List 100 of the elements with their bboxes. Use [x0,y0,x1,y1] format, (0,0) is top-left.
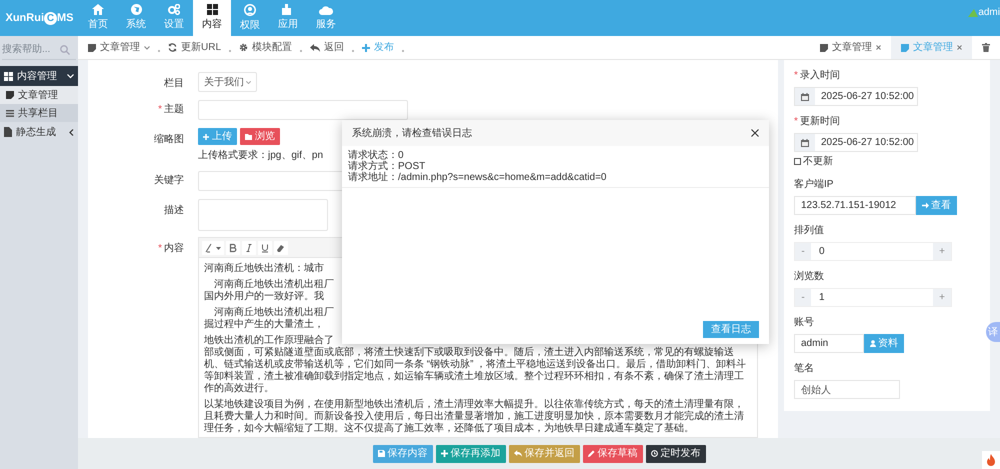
editor-text: 国内外用户的一致好评。我 [204,291,324,303]
globe-icon [130,4,142,15]
checkbox[interactable] [794,158,801,165]
save-button[interactable]: 定时发布 [646,444,706,462]
eraser-icon[interactable] [274,240,288,254]
nav-tab[interactable]: 内容 [193,0,231,36]
note-icon [6,91,14,99]
action-button[interactable]: 资料 [864,334,904,353]
dialog-title: 系统崩溃，请检查错误日志 [352,126,472,140]
request-info: 请求地址：/admin.php?s=news&c=home&m=add&catid=0 [348,172,608,183]
chevron-left-icon [69,128,74,136]
user-name[interactable]: admi [978,5,1000,20]
search-field[interactable]: 搜索帮助... [2,42,60,57]
toolbar-button[interactable]: 文章管理 [88,40,150,55]
increment-button[interactable]: + [933,289,951,306]
pencil-icon [588,450,594,457]
caret-icon [246,80,251,84]
submenu-item[interactable]: 共享栏目 [0,104,78,122]
home-icon [92,4,104,15]
action-button[interactable]: 查看 [916,196,957,215]
field-label: 排列值 [794,224,825,238]
field-label: * 主题 [158,104,184,115]
nav-tab[interactable]: 设置 [155,0,193,36]
text-input[interactable]: admin [794,334,864,353]
arrow-right-icon [922,202,929,209]
save-icon [378,450,384,457]
save-button[interactable]: 保存内容 [372,444,432,462]
save-button[interactable]: 保存再添加 [436,444,506,462]
view-log-button[interactable]: 查看日志 [703,321,759,338]
gear-icon [239,43,248,52]
cloud-icon [319,4,333,14]
text-input[interactable] [198,100,408,120]
toolbar-button[interactable]: 模块配置 [239,40,292,55]
field-label: * 内容 [158,243,184,254]
user-icon [244,4,256,16]
menu-item[interactable]: 静态生成 [0,122,78,142]
number-stepper[interactable]: - 1 + [794,288,952,307]
reply-icon [310,44,320,52]
page-tab[interactable]: 文章管理 [810,36,891,59]
gears-icon [168,4,180,15]
request-info: 请求方式：POST [348,161,426,172]
format-dropdown-icon[interactable] [202,240,224,254]
toolbar-button[interactable]: 更新URL [168,40,222,55]
field-label: 栏目 [164,78,184,89]
text-input[interactable]: 创始人 [794,380,900,399]
date-field[interactable]: 2025-06-27 10:52:00 [794,87,918,106]
submenu-item[interactable]: 文章管理 [0,86,78,104]
calendar-icon [801,138,809,146]
editor-text: 掘过程中产生的大量渣土， [204,319,324,331]
number-stepper[interactable]: - 0 + [794,242,952,261]
save-button[interactable]: 保存草稿 [582,444,642,462]
note-icon [901,44,909,52]
save-button[interactable]: 保存并返回 [508,444,580,462]
note-icon [88,44,96,52]
editor-text: 河南商丘地铁出渣机出租厂 [214,279,334,290]
text-input[interactable]: 123.52.71.151-19012 [794,196,916,215]
user-icon [870,340,876,347]
stepper-value: 0 [818,245,826,259]
browse-button[interactable]: 浏览 [240,128,280,145]
category-select[interactable]: 关于我们 [198,72,257,92]
nav-tab[interactable]: 应用 [269,0,307,36]
editor-text: 部或侧面，可紧贴隧道壁面或底部，将渣土快速刮下或吸取到设备中。随后，渣土进入内部输送系统，常见的有螺旋输送机、链式输送机或皮带输送机等，它们如同一条条 “钢铁动脉” ，将渣土平稳地运送到设备出口。最后，借助卸料门、卸料斗等卸料装置，渣土被准确卸载到指定地点，如运输车辆或渣土堆放区域。整个过程环环相扣，有条不紊，确保了渣土清理工作的高效进行。 [204,347,748,395]
nav-tab[interactable]: 服务 [307,0,345,36]
nav-tab[interactable]: 首页 [79,0,117,36]
bold-icon[interactable] [226,240,240,254]
logo[interactable]: XunRui C MS [0,0,79,36]
page-tab[interactable]: 文章管理 [891,36,972,59]
editor-text: 地铁出渣机的工作原理融合了 [204,335,334,346]
flame-icon[interactable] [986,454,996,466]
field-label: 浏览数 [794,270,825,284]
field-label: 客户端IP [794,178,834,192]
field-label: * 录入时间 [794,68,841,83]
nav-tab[interactable]: 系统 [117,0,155,36]
decrement-button[interactable]: - [795,289,811,306]
toolbar-button[interactable]: 返回 [310,40,344,55]
editor-text: 河南商丘地铁出渣机出租厂 [214,307,334,318]
increment-button[interactable]: + [933,243,951,260]
field-label: 缩略图 [154,134,184,145]
plus-icon [362,44,370,52]
underline-icon[interactable] [258,240,272,254]
trash-icon[interactable] [982,43,990,52]
toolbar-button[interactable]: 发布 [362,40,394,55]
field-label: 描述 [164,205,184,216]
italic-icon[interactable] [242,240,256,254]
field-label: 账号 [794,316,815,330]
close-icon[interactable] [751,129,759,137]
date-field[interactable]: 2025-06-27 10:52:00 [794,133,918,152]
request-info: 请求状态：0 [348,150,405,161]
plus-icon [440,450,448,457]
grid-icon [4,72,13,80]
chevron-down-icon [67,74,74,78]
decrement-button[interactable]: - [795,243,811,260]
checkbox-label: 不更新 [803,154,833,169]
nav-tab[interactable]: 权限 [231,0,269,36]
puzzle-icon [282,4,294,15]
plus-icon [203,134,209,140]
stepper-value: 1 [818,291,826,305]
menu-item[interactable]: 内容管理 [0,66,78,86]
upload-button[interactable]: 上传 [198,128,237,145]
folder-icon [245,134,252,140]
